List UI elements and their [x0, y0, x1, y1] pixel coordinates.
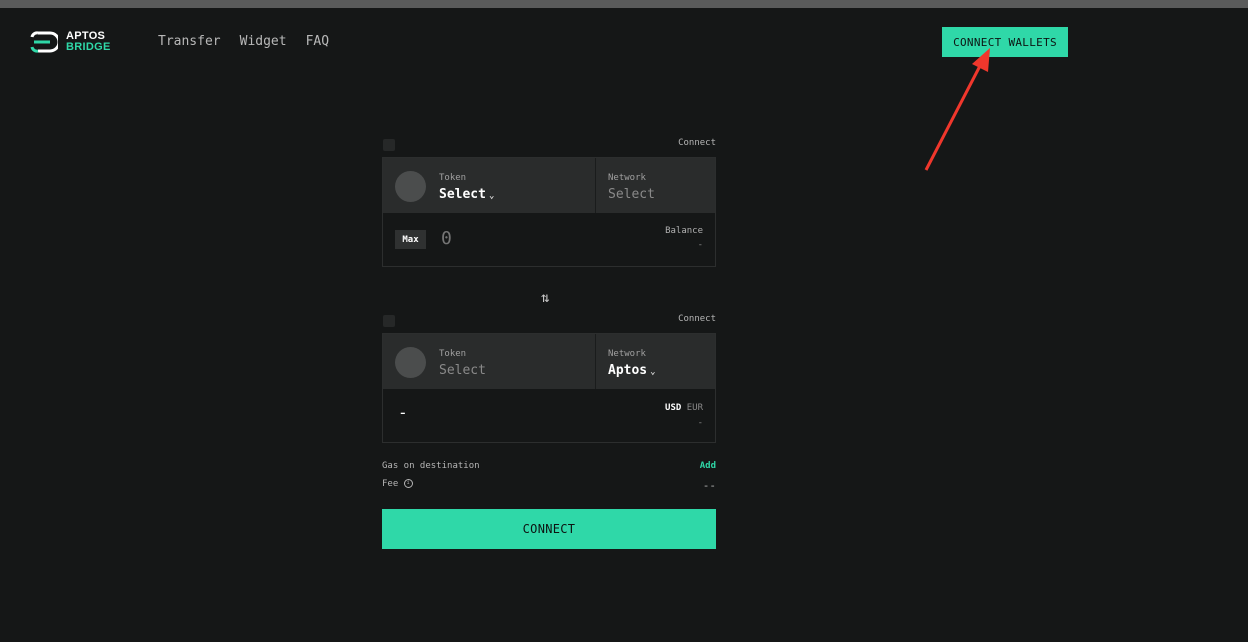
aptos-bridge-logo[interactable]: APTOS BRIDGE [30, 29, 111, 55]
source-token-selector[interactable]: Token Select ⌄ [383, 158, 596, 213]
balance-label: Balance [665, 226, 703, 236]
source-token-label: Token [439, 173, 467, 183]
currency-toggle: USD EUR [665, 403, 703, 413]
destination-checkbox[interactable] [383, 315, 395, 327]
destination-network-selector[interactable]: Network Aptos ⌄ [596, 334, 715, 389]
source-panel: Connect Token Select ⌄ Network Select Max… [382, 137, 716, 267]
destination-fiat-value: - [697, 418, 703, 428]
source-box: Token Select⌄ Network Select Max Balance… [382, 157, 716, 267]
gas-add-link[interactable]: Add [700, 461, 716, 471]
source-connect-link[interactable]: Connect [678, 138, 716, 148]
destination-network-value: Aptos ⌄ [608, 363, 656, 378]
logo-wordmark: APTOS BRIDGE [66, 31, 111, 53]
currency-usd[interactable]: USD [665, 403, 681, 413]
source-panel-header: Connect [382, 137, 716, 157]
source-network-selector[interactable]: Network Select [596, 158, 715, 213]
nav-widget[interactable]: Widget [240, 34, 287, 49]
gas-label: Gas on destination [382, 461, 480, 471]
destination-token-selector[interactable]: Token Select [383, 334, 596, 389]
max-button[interactable]: Max [395, 230, 426, 249]
balance-value: - [697, 240, 703, 250]
fee-value: -- [702, 479, 716, 492]
destination-selectors: Token Select Network Aptos ⌄ [383, 334, 715, 389]
chevron-down-icon: ⌄ [650, 367, 656, 377]
chevron-down-icon: ⌄ [488, 191, 495, 201]
token-placeholder-icon [395, 171, 426, 202]
swap-arrows-icon[interactable]: ⇅ [541, 290, 549, 306]
nav-transfer[interactable]: Transfer [158, 34, 221, 49]
currency-eur[interactable]: EUR [687, 403, 703, 413]
amount-input[interactable] [439, 227, 563, 250]
destination-network-text: Aptos [608, 363, 648, 378]
destination-panel: Connect Token Select Network Aptos ⌄ - US… [382, 313, 716, 443]
source-token-text: Select [439, 187, 486, 202]
destination-token-label: Token [439, 349, 467, 359]
gas-row: Gas on destination Add [382, 461, 716, 471]
source-amount-row: Max Balance - [383, 213, 715, 266]
source-checkbox[interactable] [383, 139, 395, 151]
destination-amount-row: - USD EUR - [383, 389, 715, 442]
fee-label: Fee [382, 479, 399, 489]
destination-token-value: Select [439, 363, 486, 378]
info-icon[interactable]: i [403, 479, 413, 488]
destination-amount: - [398, 403, 408, 422]
window-top-bar [0, 0, 1248, 8]
source-token-value: Select ⌄ [439, 187, 494, 202]
source-network-value: Select [608, 187, 655, 202]
destination-network-label: Network [608, 349, 646, 359]
main-nav: Transfer Widget FAQ [158, 34, 329, 49]
destination-connect-link[interactable]: Connect [678, 314, 716, 324]
source-network-label: Network [608, 173, 646, 183]
logo-icon [30, 31, 58, 53]
connect-button[interactable]: CONNECT [382, 509, 716, 549]
destination-panel-header: Connect [382, 313, 716, 333]
fee-row: Fee i -- [382, 479, 716, 492]
logo-line-2: BRIDGE [66, 41, 111, 53]
nav-faq[interactable]: FAQ [306, 34, 329, 49]
token-placeholder-icon [395, 347, 426, 378]
source-selectors: Token Select ⌄ Network Select [383, 158, 715, 213]
annotation-arrow-icon [924, 48, 990, 171]
destination-box: Token Select Network Aptos ⌄ - USD EUR - [382, 333, 716, 443]
